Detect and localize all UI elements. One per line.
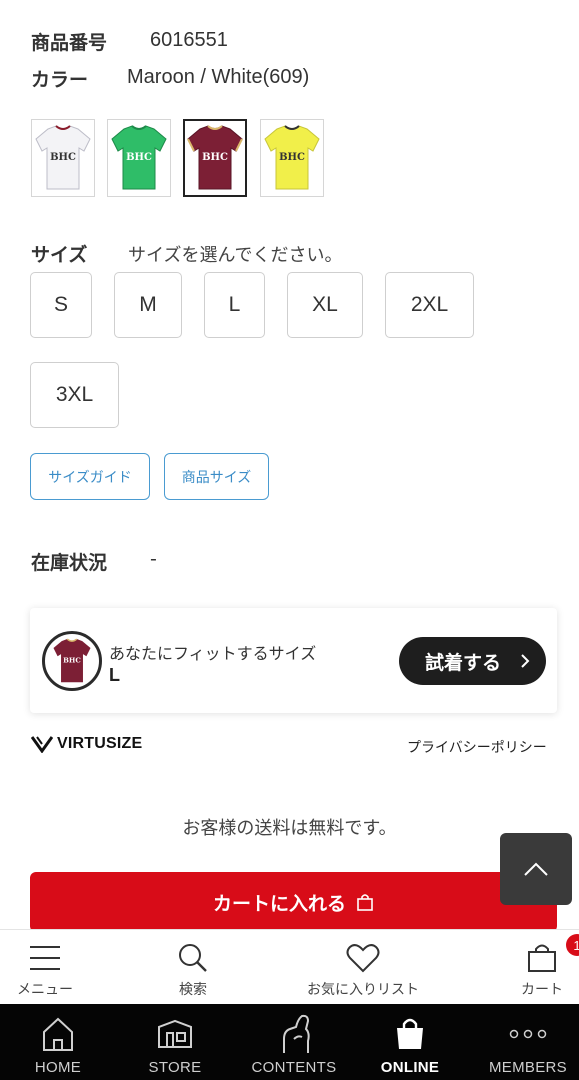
fit-jersey-avatar: BHC bbox=[42, 631, 102, 691]
jersey-thumbnail-icon: BHC bbox=[53, 638, 91, 683]
store-icon bbox=[158, 1019, 192, 1048]
swatch-green[interactable]: BHC bbox=[107, 119, 171, 197]
size-guide-button[interactable]: サイズガイド bbox=[30, 453, 150, 500]
try-on-button[interactable]: 試着する bbox=[399, 637, 546, 685]
more-dots-icon bbox=[509, 1029, 547, 1039]
stock-value: - bbox=[150, 548, 157, 570]
color-value: Maroon / White(609) bbox=[127, 66, 310, 88]
svg-text:BHC: BHC bbox=[126, 152, 152, 163]
search-label: 検索 bbox=[179, 982, 207, 998]
tab-online-label: ONLINE bbox=[380, 1059, 440, 1076]
cart-label: カート bbox=[521, 982, 563, 998]
try-on-label: 試着する bbox=[425, 651, 502, 674]
chevron-right-icon bbox=[521, 654, 530, 668]
jersey-white-image: BHC bbox=[35, 125, 91, 190]
tab-contents-label: CONTENTS bbox=[251, 1059, 337, 1076]
menu-button[interactable]: メニュー bbox=[5, 930, 85, 1005]
virtusize-logo: VIRTUSIZE bbox=[31, 735, 142, 753]
cart-count-badge: 1 bbox=[566, 934, 579, 956]
size-prompt: サイズを選んでください。 bbox=[128, 245, 343, 266]
cart-button[interactable]: 1 カート bbox=[505, 930, 579, 1005]
svg-text:BHC: BHC bbox=[63, 656, 81, 664]
shipping-note: お客様の送料は無料です。 bbox=[182, 818, 397, 839]
size-option-2xl[interactable]: 2XL bbox=[385, 272, 474, 338]
size-option-l[interactable]: L bbox=[204, 272, 265, 338]
virtusize-fit-card: BHC あなたにフィットするサイズ L 試着する bbox=[30, 608, 557, 713]
product-size-button[interactable]: 商品サイズ bbox=[164, 453, 269, 500]
fit-size-text: あなたにフィットするサイズ bbox=[109, 644, 317, 663]
swatch-white[interactable]: BHC bbox=[31, 119, 95, 197]
privacy-policy-link[interactable]: プライバシーポリシー bbox=[407, 737, 547, 757]
add-to-cart-button[interactable]: カートに入れる bbox=[30, 872, 557, 932]
virtusize-brand: VIRTUSIZE bbox=[57, 735, 143, 752]
size-label: サイズ bbox=[31, 244, 88, 266]
svg-text:BHC: BHC bbox=[50, 152, 76, 163]
hamburger-menu-icon bbox=[30, 946, 60, 970]
tab-store[interactable]: STORE bbox=[135, 1004, 215, 1080]
swatch-yellow[interactable]: BHC bbox=[260, 119, 324, 197]
tab-members[interactable]: MEMBERS bbox=[487, 1004, 569, 1080]
shopping-bag-icon bbox=[357, 894, 373, 911]
jersey-yellow-image: BHC bbox=[264, 125, 320, 190]
chevron-up-icon bbox=[524, 862, 548, 876]
jersey-green-image: BHC bbox=[111, 125, 167, 190]
action-bar: メニュー 検索 お気に入りリスト 1 カート bbox=[0, 929, 579, 1004]
heart-icon bbox=[346, 944, 380, 973]
tab-online[interactable]: ONLINE bbox=[370, 1004, 450, 1080]
search-button[interactable]: 検索 bbox=[154, 930, 232, 1005]
size-option-m[interactable]: M bbox=[114, 272, 182, 338]
bottom-tab-bar: HOME STORE CONTENTS ONLINE MEMBERS bbox=[0, 1004, 579, 1080]
cart-bag-icon bbox=[528, 944, 556, 972]
tab-home[interactable]: HOME bbox=[18, 1004, 98, 1080]
product-number-label: 商品番号 bbox=[31, 32, 108, 54]
size-option-s[interactable]: S bbox=[30, 272, 92, 338]
tab-home-label: HOME bbox=[34, 1059, 82, 1076]
home-icon bbox=[43, 1017, 73, 1051]
color-label: カラー bbox=[31, 69, 89, 91]
contents-arm-icon bbox=[283, 1014, 310, 1053]
search-icon bbox=[179, 944, 207, 972]
tab-contents[interactable]: CONTENTS bbox=[248, 1004, 340, 1080]
svg-text:BHC: BHC bbox=[279, 152, 305, 163]
fit-size-value: L bbox=[109, 665, 120, 685]
svg-text:BHC: BHC bbox=[202, 152, 228, 163]
size-option-xl[interactable]: XL bbox=[287, 272, 363, 338]
tab-members-label: MEMBERS bbox=[489, 1059, 567, 1076]
scroll-to-top-button[interactable] bbox=[500, 833, 572, 905]
favorites-label: お気に入りリスト bbox=[307, 982, 419, 998]
swatch-maroon[interactable]: BHC bbox=[183, 119, 247, 197]
tab-store-label: STORE bbox=[148, 1059, 202, 1076]
stock-label: 在庫状況 bbox=[31, 552, 108, 574]
favorites-button[interactable]: お気に入りリスト bbox=[298, 930, 428, 1005]
add-to-cart-label: カートに入れる bbox=[212, 892, 346, 915]
size-option-3xl[interactable]: 3XL bbox=[30, 362, 119, 428]
online-bag-icon bbox=[397, 1018, 423, 1049]
virtusize-v-icon bbox=[31, 736, 53, 753]
product-number-value: 6016551 bbox=[150, 29, 228, 51]
menu-label: メニュー bbox=[17, 982, 73, 998]
jersey-maroon-image: BHC bbox=[187, 125, 243, 190]
